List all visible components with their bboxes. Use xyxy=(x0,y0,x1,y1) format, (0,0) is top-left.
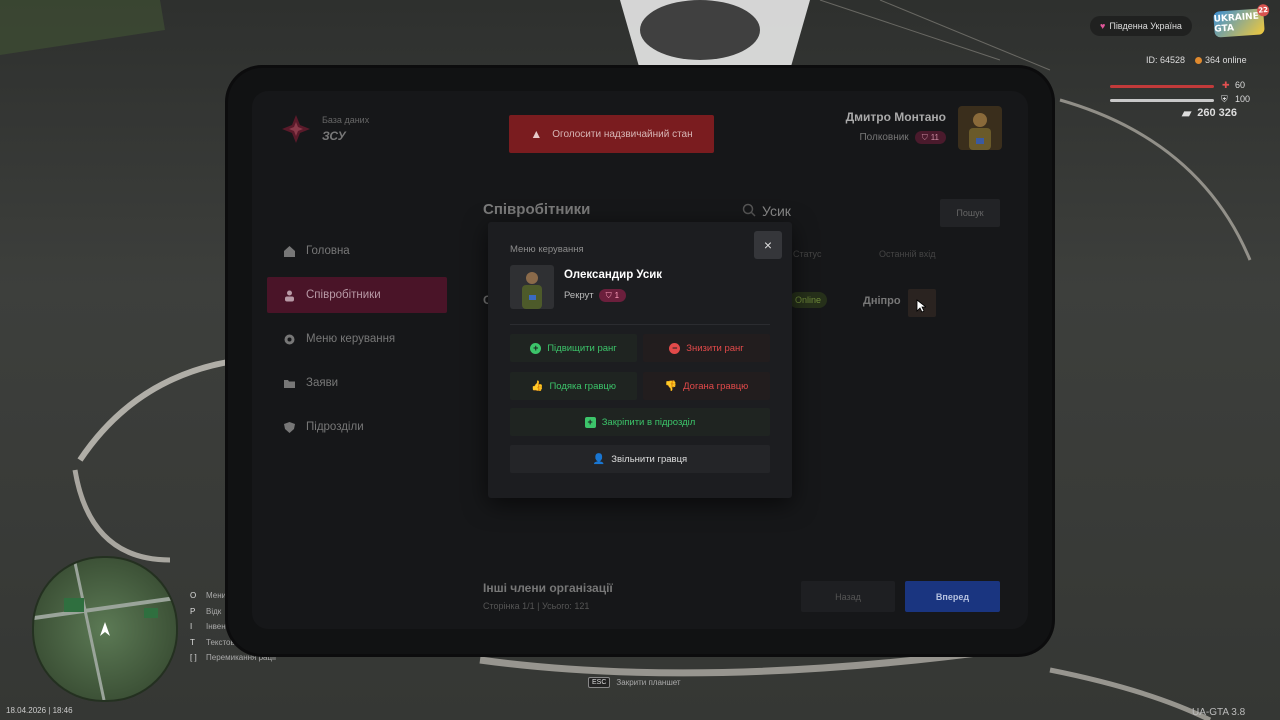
emergency-button[interactable]: ▲ Оголосити надзвичайний стан xyxy=(509,115,714,153)
armor-icon: ⛨ xyxy=(1221,94,1228,104)
users-icon xyxy=(285,290,294,301)
user-remove-icon: 👤 xyxy=(592,453,606,465)
home-icon xyxy=(284,245,295,257)
avatar-figure xyxy=(522,272,542,309)
divider xyxy=(510,324,770,325)
heart-icon: ♥ xyxy=(1100,21,1106,31)
employee-name: Олександир Усик xyxy=(564,269,663,281)
brand-subtitle: База даних xyxy=(322,115,370,125)
employee-city: Дніпро xyxy=(863,295,901,307)
server-badge: ♥ Південна Україна xyxy=(1090,16,1192,36)
rank-badge: ⛉ 1 xyxy=(598,289,627,302)
game-logo: UKRAINE GTA 22 xyxy=(1213,3,1270,38)
esc-hint: ESC Закрити планшет xyxy=(588,677,681,688)
demote-button[interactable]: − Знизити ранг xyxy=(643,334,770,362)
zsu-emblem-icon xyxy=(282,115,310,143)
assign-unit-button[interactable]: + Закріпити в підрозділ xyxy=(510,408,770,436)
brand-title: ЗСУ xyxy=(322,129,346,143)
next-button[interactable]: Вперед xyxy=(905,581,1000,612)
promote-button[interactable]: + Підвищити ранг xyxy=(510,334,637,362)
plus-circle-icon: + xyxy=(530,342,542,354)
nav-item-units[interactable]: Підрозділи xyxy=(267,409,447,445)
health-bar xyxy=(1110,85,1214,88)
close-icon: × xyxy=(763,237,773,253)
game-version: UA-GTA 3.8 xyxy=(1192,707,1246,718)
footer-title: Інші члени організації xyxy=(483,581,613,595)
nav-item-applications[interactable]: Заяви xyxy=(267,365,447,401)
health-value: 60 xyxy=(1235,80,1246,90)
search-input[interactable]: Усик xyxy=(762,203,791,219)
datetime: 18.04.2026 | 18:46 xyxy=(6,706,73,715)
user-rank: Полковник ⛉ 11 xyxy=(859,131,946,144)
nav-item-control-menu[interactable]: Меню керування xyxy=(267,321,447,357)
thanks-button[interactable]: 👍 Подяка гравцю xyxy=(510,372,637,400)
warning-icon: ▲ xyxy=(530,127,543,141)
nav-item-home[interactable]: Головна xyxy=(267,233,447,269)
modal-caption: Меню керування xyxy=(510,244,584,255)
player-id: ID: 64528 xyxy=(1146,55,1186,65)
minimap-roads xyxy=(34,558,176,700)
armor-bar xyxy=(1110,99,1214,102)
money: ▰ 260 326 xyxy=(1182,106,1237,120)
online-count: 364 online xyxy=(1195,55,1247,65)
gear-icon xyxy=(284,334,295,344)
avatar-figure xyxy=(969,113,991,150)
section-title: Співробітники xyxy=(483,201,591,218)
shield-icon: ⛉ xyxy=(921,132,928,142)
rank-badge: ⛉ 11 xyxy=(914,131,946,144)
column-last-login: Останній вхід xyxy=(879,249,936,259)
armor-value: 100 xyxy=(1235,94,1251,104)
search-icon xyxy=(742,203,756,217)
search-button[interactable]: Пошук xyxy=(940,199,1000,227)
sidebar-nav: Головна Співробітники Меню керування Зая… xyxy=(267,233,447,453)
online-dot-icon xyxy=(1195,57,1203,65)
shield-icon: ⛉ xyxy=(605,290,612,300)
shield-plus-icon: + xyxy=(584,416,596,428)
minimap xyxy=(32,556,178,702)
fire-player-button[interactable]: 👤 Звільнити гравця xyxy=(510,445,770,473)
player-id-row: ID: 64528 364 online xyxy=(1146,55,1247,65)
pagination-info: Сторінка 1/1 | Усього: 121 xyxy=(483,601,590,611)
thumbs-down-icon: 👎 xyxy=(664,380,678,392)
employee-avatar xyxy=(510,265,554,309)
user-avatar xyxy=(958,106,1002,150)
column-status: Статус xyxy=(793,249,822,259)
user-name: Дмитро Монтано xyxy=(845,110,946,124)
close-button[interactable]: × xyxy=(754,231,782,259)
status-badge: Online xyxy=(789,292,828,308)
shield-icon xyxy=(284,421,295,433)
reprimand-button[interactable]: 👎 Догана гравцю xyxy=(643,372,770,400)
esc-key: ESC xyxy=(588,677,611,688)
employee-rank: Рекрут ⛉ 1 xyxy=(564,289,627,302)
control-menu-modal: Меню керування × Олександир Усик Рекрут … xyxy=(488,222,792,498)
health-icon: ✚ xyxy=(1222,80,1230,90)
minus-circle-icon: − xyxy=(669,342,681,354)
cash-icon: ▰ xyxy=(1182,106,1192,120)
back-button[interactable]: Назад xyxy=(801,581,895,612)
player-arrow-icon xyxy=(100,622,110,636)
mouse-cursor-icon xyxy=(916,299,926,313)
folder-icon xyxy=(284,379,295,388)
thumbs-up-icon: 👍 xyxy=(531,380,544,392)
nav-item-employees[interactable]: Співробітники xyxy=(267,277,447,313)
